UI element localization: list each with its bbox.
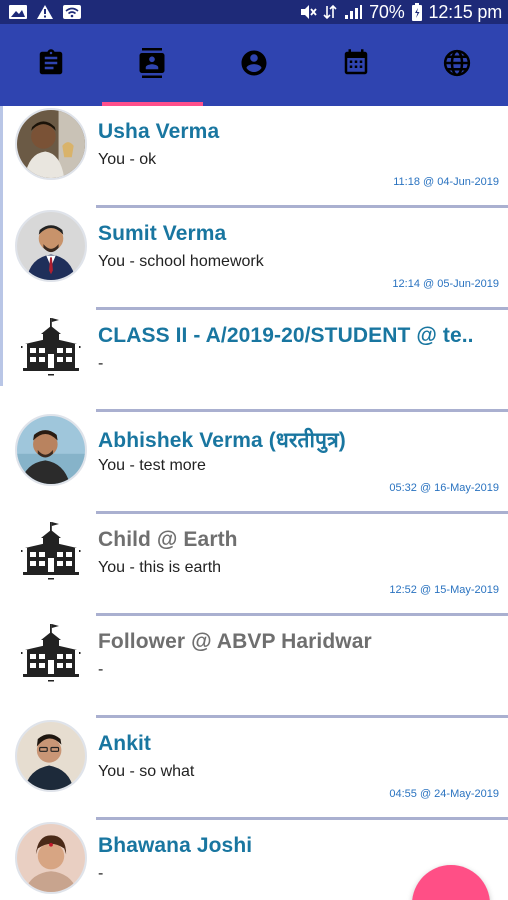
- school-icon: [15, 516, 87, 588]
- chat-name: Bhawana Joshi: [98, 834, 253, 857]
- globe-icon: [442, 48, 472, 83]
- tab-calendar[interactable]: [305, 24, 407, 106]
- chat-name: Child @ Earth: [98, 528, 238, 551]
- school-icon: [15, 618, 87, 690]
- chat-name: CLASS II - A/2019-20/STUDENT @ te..: [98, 324, 474, 347]
- avatar: [15, 822, 87, 894]
- avatar: [15, 414, 87, 486]
- chat-item[interactable]: Abhishek Verma (धरतीपुत्र) You - test mo…: [0, 412, 508, 514]
- clock: 12:15 pm: [428, 1, 503, 22]
- chat-name: Sumit Verma: [98, 222, 227, 245]
- chat-item[interactable]: Follower @ ABVP Haridwar -: [0, 616, 508, 718]
- timestamp: 12:14 @ 05-Jun-2019: [392, 278, 499, 290]
- chat-item[interactable]: Child @ Earth You - this is earth 12:52 …: [0, 514, 508, 616]
- status-right: 70% 12:15 pm: [299, 2, 502, 23]
- tab-world[interactable]: [406, 24, 508, 106]
- chat-name: Ankit: [98, 732, 151, 755]
- status-left: [8, 4, 82, 20]
- last-message: You - this is earth: [98, 559, 222, 576]
- last-message: -: [98, 865, 104, 882]
- chat-name: Usha Verma: [98, 120, 220, 143]
- timestamp: 12:52 @ 15-May-2019: [389, 584, 499, 596]
- tab-profile[interactable]: [203, 24, 305, 106]
- avatar: [15, 108, 87, 180]
- gallery-icon: [8, 4, 28, 20]
- wifi-icon: [62, 4, 82, 20]
- chat-list: Usha Verma You - ok 11:18 @ 04-Jun-2019 …: [0, 106, 508, 900]
- battery-percent: 70%: [369, 1, 405, 22]
- tab-contacts[interactable]: [101, 24, 204, 106]
- chat-name: Follower @ ABVP Haridwar: [98, 630, 372, 653]
- last-message: You - so what: [98, 763, 195, 780]
- tab-bar: [0, 24, 508, 106]
- last-message: -: [98, 661, 104, 678]
- timestamp: 05:32 @ 16-May-2019: [389, 482, 499, 494]
- chat-item[interactable]: Sumit Verma You - school homework 12:14 …: [0, 208, 508, 310]
- last-message: You - school homework: [98, 253, 264, 270]
- account-icon: [239, 48, 269, 83]
- chat-name: Abhishek Verma (धरतीपुत्र): [98, 429, 346, 452]
- mute-icon: [299, 4, 317, 20]
- school-icon: [15, 312, 87, 384]
- status-bar: 70% 12:15 pm: [0, 0, 508, 24]
- signal-icon: [343, 4, 363, 20]
- last-message: You - ok: [98, 151, 157, 168]
- timestamp: 11:18 @ 04-Jun-2019: [393, 176, 499, 188]
- clipboard-icon: [36, 48, 66, 83]
- calendar-icon: [341, 48, 371, 83]
- warning-icon: [36, 4, 54, 20]
- battery-icon: [411, 3, 423, 21]
- avatar: [15, 210, 87, 282]
- contacts-icon: [137, 47, 167, 83]
- chat-item[interactable]: CLASS II - A/2019-20/STUDENT @ te.. -: [0, 310, 508, 412]
- data-icon: [323, 4, 337, 20]
- timestamp: 04:55 @ 24-May-2019: [389, 788, 499, 800]
- chat-item[interactable]: Usha Verma You - ok 11:18 @ 04-Jun-2019: [0, 106, 508, 208]
- avatar: [15, 720, 87, 792]
- last-message: You - test more: [98, 457, 206, 474]
- last-message: -: [98, 355, 104, 372]
- chat-item[interactable]: Ankit You - so what 04:55 @ 24-May-2019: [0, 718, 508, 820]
- tab-notes[interactable]: [0, 24, 102, 106]
